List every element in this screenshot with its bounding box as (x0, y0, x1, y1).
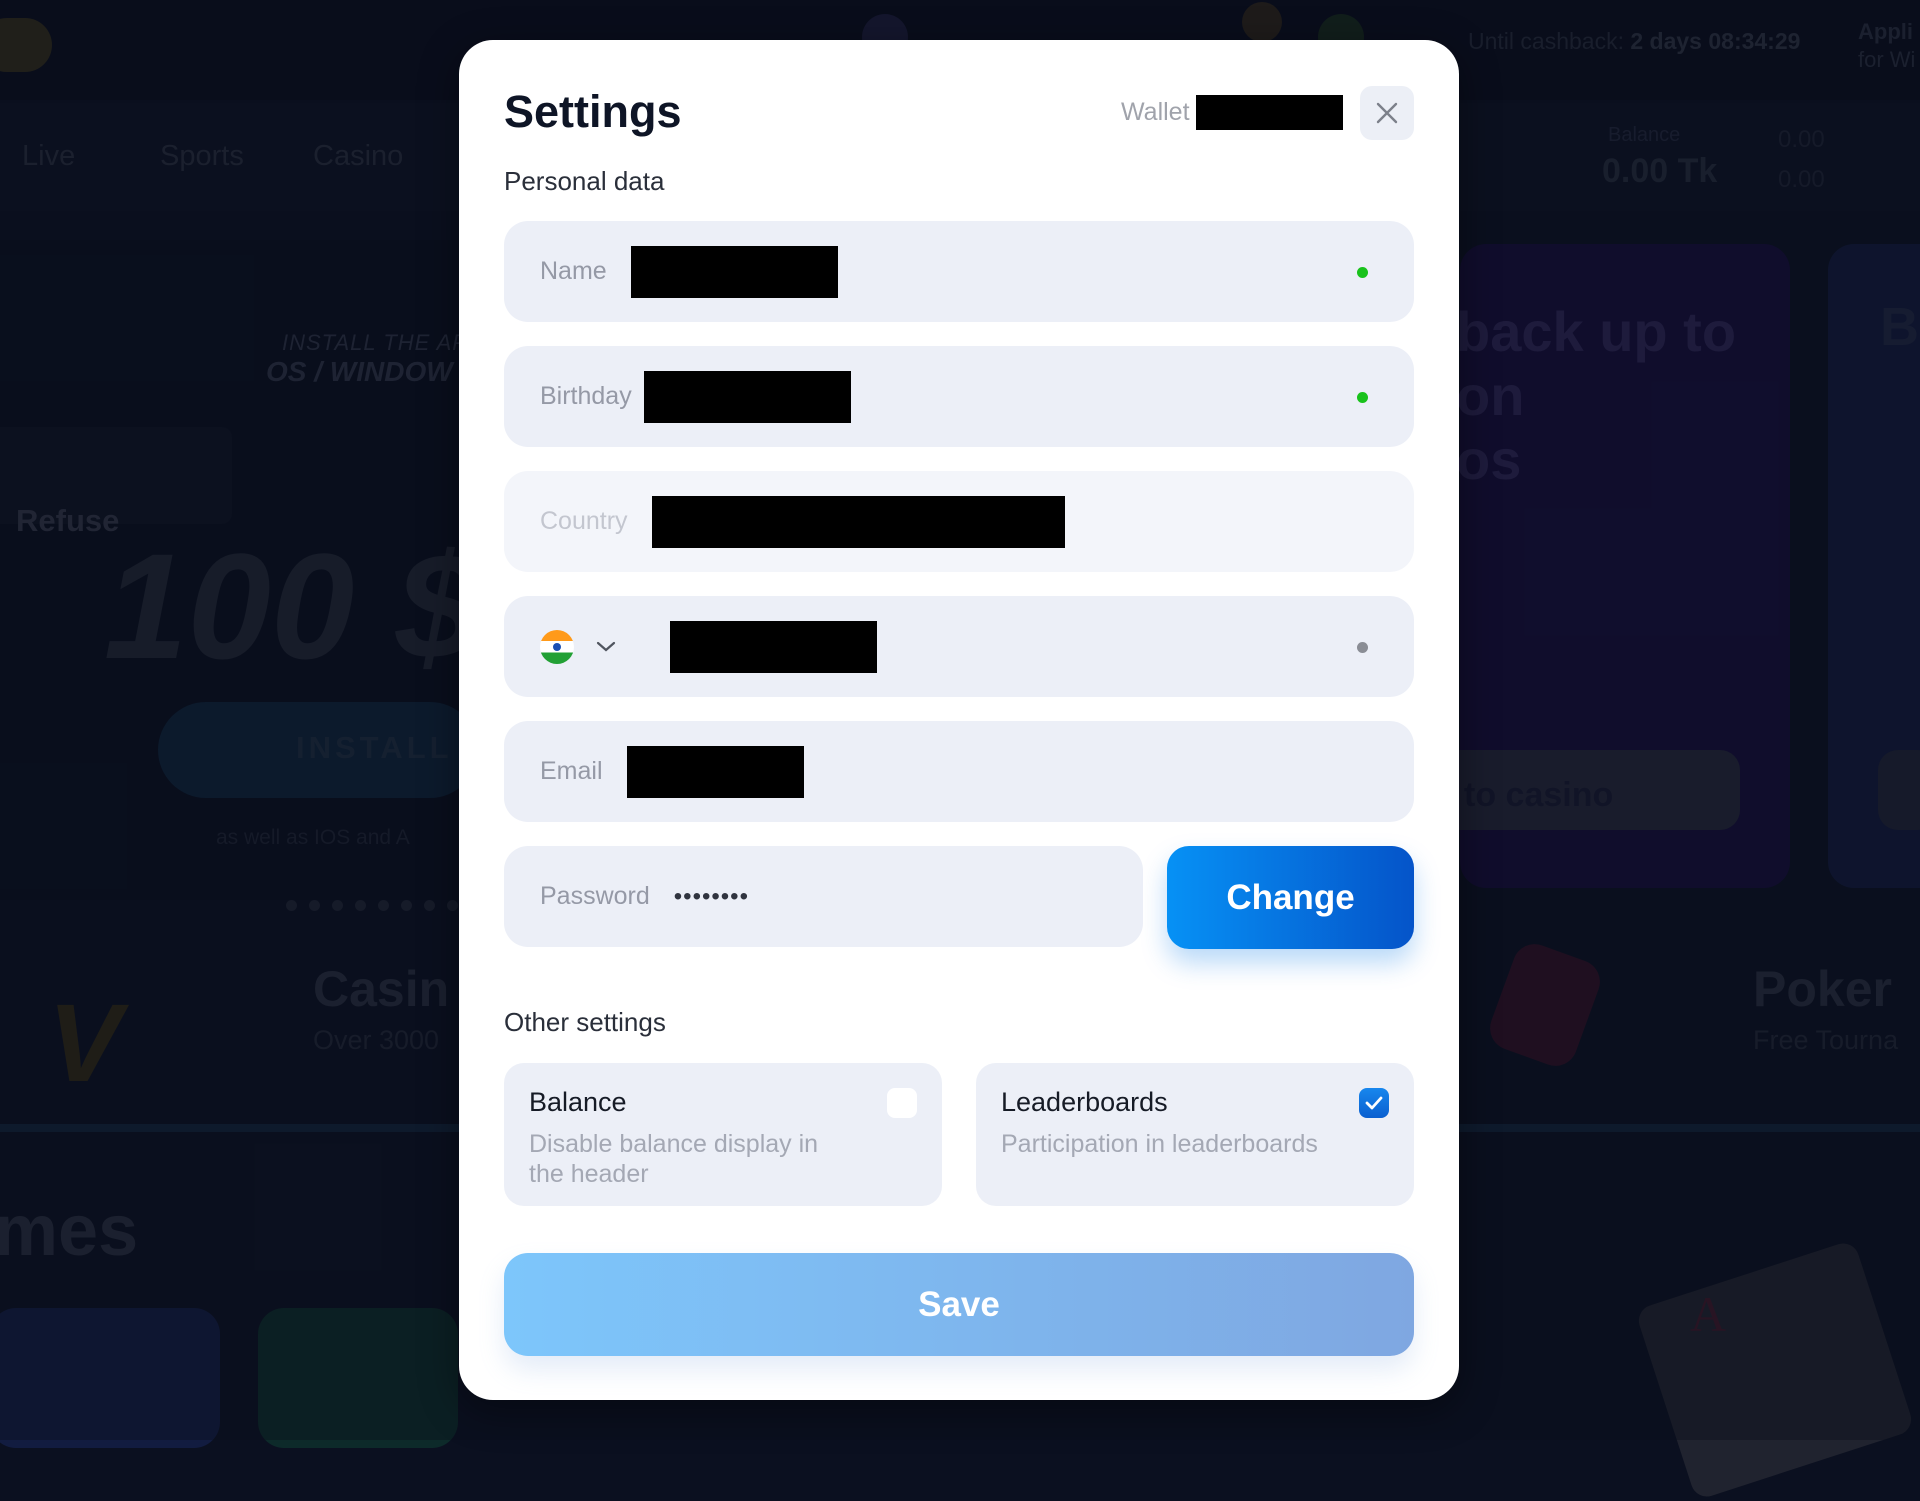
verified-status-icon (1357, 266, 1368, 278)
leaderboards-option-card[interactable]: Leaderboards Participation in leaderboar… (976, 1063, 1414, 1206)
email-value-redacted (626, 745, 804, 798)
modal-title: Settings (504, 86, 682, 137)
wallet-id-redacted (1196, 95, 1343, 130)
name-value-redacted (630, 245, 838, 298)
country-field: Country (504, 471, 1414, 572)
other-settings-heading: Other settings (504, 1007, 666, 1037)
option-description: Participation in leaderboards (1001, 1130, 1318, 1158)
save-button[interactable]: Save (504, 1253, 1414, 1356)
field-label: Password (540, 882, 650, 910)
birthday-value-redacted (643, 370, 851, 423)
field-label: Country (540, 507, 628, 535)
phone-value-redacted (670, 620, 877, 673)
personal-data-heading: Personal data (504, 166, 665, 196)
unverified-status-icon (1357, 641, 1368, 653)
name-field[interactable]: Name (504, 221, 1414, 322)
option-title: Balance (529, 1087, 627, 1117)
change-password-button[interactable]: Change (1167, 846, 1414, 949)
field-label: Birthday (540, 382, 632, 410)
balance-option-card[interactable]: Balance Disable balance display in the h… (504, 1063, 942, 1206)
wallet-label: Wallet (1121, 98, 1190, 126)
india-flag-icon[interactable] (540, 629, 574, 664)
birthday-field[interactable]: Birthday (504, 346, 1414, 447)
option-title: Leaderboards (1001, 1087, 1168, 1117)
country-value-redacted (651, 495, 1065, 548)
field-label: Email (540, 757, 603, 785)
option-description: Disable balance display in the header (529, 1130, 819, 1188)
leaderboards-checkbox[interactable] (1359, 1088, 1389, 1118)
balance-checkbox[interactable] (887, 1088, 917, 1118)
field-label: Name (540, 257, 607, 285)
password-field[interactable]: Password •••••••• (504, 846, 1143, 947)
close-button[interactable] (1360, 86, 1414, 140)
password-value: •••••••• (673, 882, 749, 910)
verified-status-icon (1357, 391, 1368, 403)
settings-modal: Settings Wallet Personal data Name Birth… (459, 40, 1459, 1400)
chevron-down-icon[interactable] (596, 637, 616, 657)
checkmark-icon (1365, 1096, 1383, 1110)
close-icon (1376, 102, 1398, 124)
email-field[interactable]: Email (504, 721, 1414, 822)
phone-field[interactable] (504, 596, 1414, 697)
